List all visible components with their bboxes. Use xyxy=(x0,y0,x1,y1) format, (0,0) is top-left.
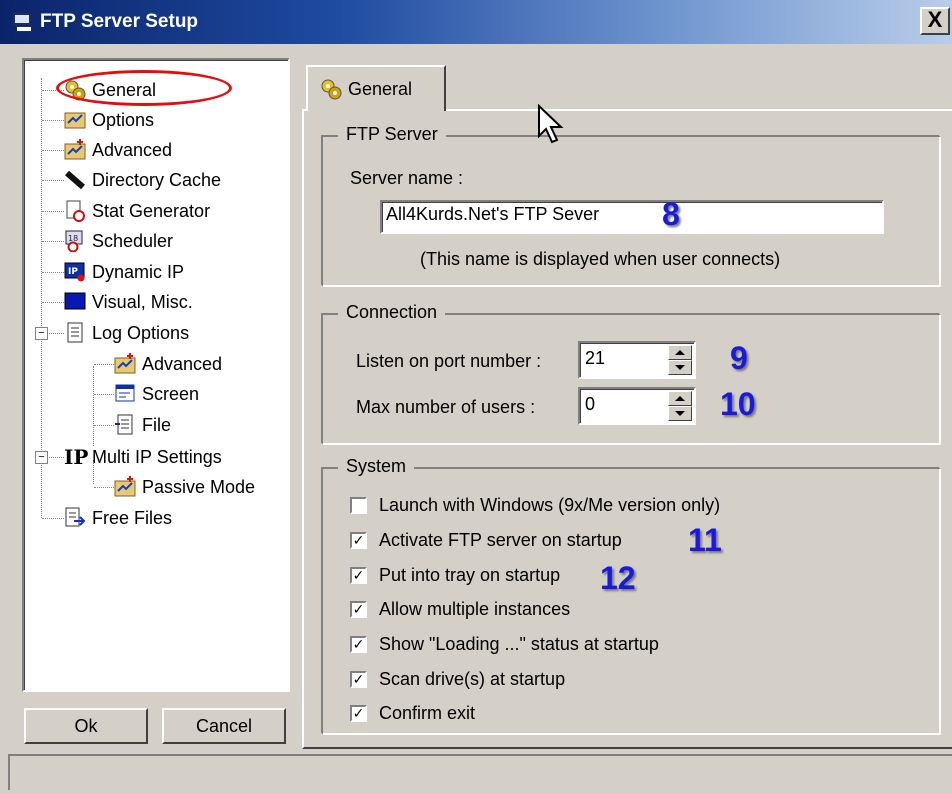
checkmark-icon[interactable]: ✓ xyxy=(350,532,367,549)
checkmark-icon[interactable]: ✓ xyxy=(350,705,367,722)
ip-bold-icon: IP xyxy=(64,445,89,469)
highlight-circle xyxy=(56,70,232,106)
multi-ip-collapse[interactable]: − xyxy=(35,451,48,464)
launch-with-windows-checkbox[interactable]: Launch with Windows (9x/Me version only) xyxy=(350,495,720,516)
advanced-icon xyxy=(114,353,136,375)
tree-item-directory-cache[interactable]: Directory Cache xyxy=(64,166,221,194)
log-icon xyxy=(64,322,86,344)
checkmark-icon[interactable]: ✓ xyxy=(350,601,367,618)
checkmark-icon[interactable]: ✓ xyxy=(350,636,367,653)
tree-item-log-options[interactable]: Log Options xyxy=(64,319,189,347)
server-name-hint: (This name is displayed when user connec… xyxy=(420,249,781,269)
tree-item-scheduler[interactable]: 18 Scheduler xyxy=(64,227,173,255)
port-up-arrow-icon[interactable] xyxy=(668,345,692,360)
annotation-9: 9 xyxy=(730,340,748,376)
status-bar xyxy=(8,754,952,790)
window-title: FTP Server Setup xyxy=(40,11,199,32)
port-down-arrow-icon[interactable] xyxy=(668,360,692,375)
checkmark-icon[interactable]: ✓ xyxy=(350,671,367,688)
tree-item-free-files[interactable]: Free Files xyxy=(64,504,172,532)
tree-item-options[interactable]: Options xyxy=(64,106,154,134)
max-users-spinner[interactable]: 0 xyxy=(578,387,696,425)
confirm-exit-checkbox[interactable]: ✓ Confirm exit xyxy=(350,703,475,724)
port-label: Listen on port number : xyxy=(356,351,542,371)
annotation-12: 12 xyxy=(600,560,636,596)
computer-icon xyxy=(12,11,34,33)
max-users-label: Max number of users : xyxy=(356,397,536,417)
mouse-cursor-icon xyxy=(538,104,564,144)
cache-icon xyxy=(64,169,86,191)
free-files-icon xyxy=(64,507,86,529)
cancel-button[interactable]: Cancel xyxy=(162,708,286,744)
close-button[interactable]: X xyxy=(920,7,950,35)
ftp-server-legend: FTP Server xyxy=(338,124,446,145)
port-value: 21 xyxy=(585,348,606,368)
tree-item-passive-mode[interactable]: Passive Mode xyxy=(114,473,255,501)
tree-item-advanced[interactable]: Advanced xyxy=(64,136,172,164)
tree-item-visual-misc[interactable]: Visual, Misc. xyxy=(64,288,193,316)
gears-icon xyxy=(320,78,342,100)
max-users-value: 0 xyxy=(585,394,596,414)
tab-general[interactable]: General xyxy=(306,65,446,111)
advanced-icon xyxy=(64,139,86,161)
log-options-collapse[interactable]: − xyxy=(35,327,48,340)
checkmark-icon[interactable]: ✓ xyxy=(350,567,367,584)
tree-item-file[interactable]: File xyxy=(114,411,171,439)
title-bar: FTP Server Setup X xyxy=(0,0,952,44)
calendar-icon: 18 xyxy=(64,230,86,253)
ip-icon: IP xyxy=(64,261,86,283)
annotation-10: 10 xyxy=(720,386,756,422)
port-spinner[interactable]: 21 xyxy=(578,341,696,379)
multiple-instances-checkbox[interactable]: ✓ Allow multiple instances xyxy=(350,599,570,620)
screen-icon xyxy=(114,383,136,405)
annotation-11: 11 xyxy=(688,522,722,558)
tree-item-log-advanced[interactable]: Advanced xyxy=(114,350,222,378)
annotation-8: 8 xyxy=(662,196,680,232)
scan-drives-checkbox[interactable]: ✓ Scan drive(s) at startup xyxy=(350,669,565,690)
checkbox-box[interactable] xyxy=(350,497,367,514)
activate-on-startup-checkbox[interactable]: ✓ Activate FTP server on startup xyxy=(350,530,622,551)
max-users-up-arrow-icon[interactable] xyxy=(668,391,692,406)
tree-item-screen[interactable]: Screen xyxy=(114,380,199,408)
system-legend: System xyxy=(338,456,415,477)
ok-button[interactable]: Ok xyxy=(24,708,148,744)
tree-item-dynamic-ip[interactable]: IP Dynamic IP xyxy=(64,258,184,286)
tree-item-multi-ip-settings[interactable]: IP Multi IP Settings xyxy=(64,443,222,471)
max-users-down-arrow-icon[interactable] xyxy=(668,406,692,421)
monitor-icon xyxy=(64,291,86,313)
server-name-input[interactable]: All4Kurds.Net's FTP Sever xyxy=(380,200,884,234)
loading-status-checkbox[interactable]: ✓ Show "Loading ..." status at startup xyxy=(350,634,659,655)
advanced-icon xyxy=(114,476,136,498)
connection-legend: Connection xyxy=(338,302,446,323)
svg-text:IP: IP xyxy=(68,267,78,277)
settings-tree[interactable]: − − General Options Advanced Directory C… xyxy=(22,58,290,692)
file-icon xyxy=(114,414,136,436)
server-name-label: Server name : xyxy=(350,168,464,188)
stat-icon xyxy=(64,200,86,222)
options-icon xyxy=(64,109,86,131)
tree-item-stat-generator[interactable]: Stat Generator xyxy=(64,197,210,225)
tray-on-startup-checkbox[interactable]: ✓ Put into tray on startup xyxy=(350,565,560,586)
